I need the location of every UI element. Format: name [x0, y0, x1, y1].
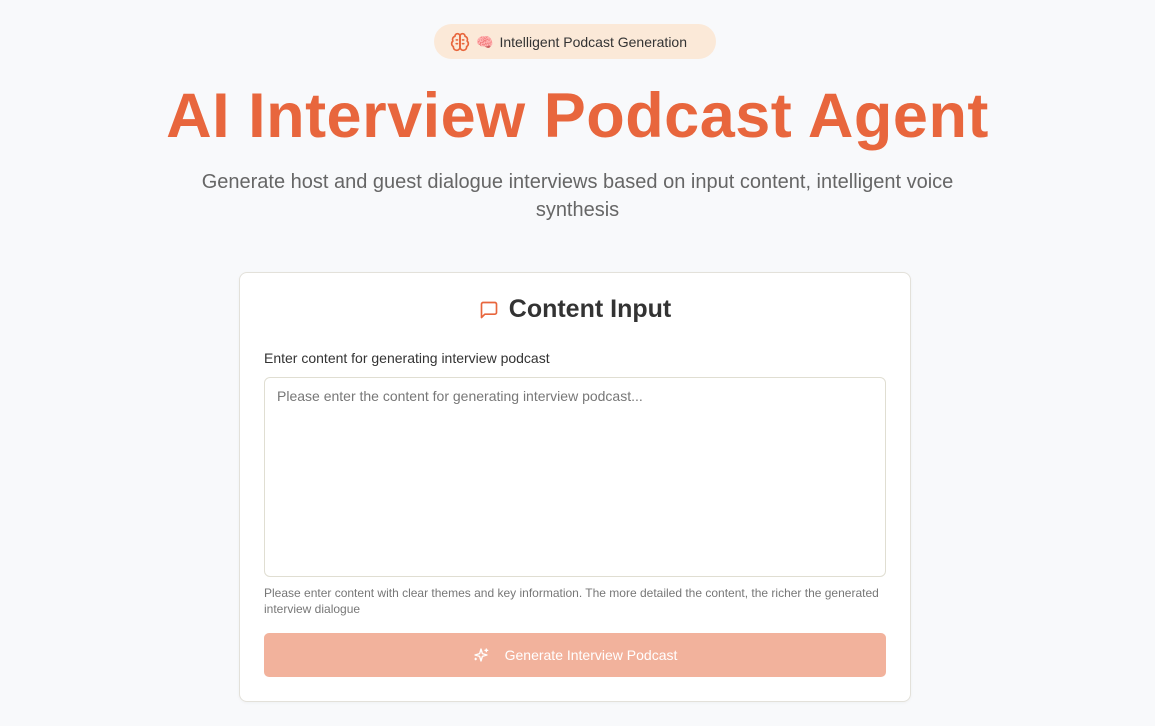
generate-podcast-button[interactable]: Generate Interview Podcast [264, 633, 886, 677]
page-subtitle: Generate host and guest dialogue intervi… [201, 171, 954, 221]
page-title: AI Interview Podcast Agent [166, 81, 989, 151]
content-textarea[interactable] [264, 377, 886, 577]
generate-button-label: Generate Interview Podcast [504, 647, 678, 663]
feature-badge: 🧠 Intelligent Podcast Generation [434, 24, 716, 59]
sparkles-icon [473, 647, 489, 663]
brain-emoji: 🧠 [476, 33, 494, 50]
content-input-card: Content Input Enter content for generati… [239, 272, 911, 702]
help-text: Please enter content with clear themes a… [264, 586, 879, 616]
card-header: Content Input [240, 295, 910, 324]
content-field-label: Enter content for generating interview p… [264, 350, 550, 366]
card-title: Content Input [508, 295, 672, 323]
badge-label: Intelligent Podcast Generation [499, 33, 688, 50]
brain-icon [450, 32, 470, 52]
message-square-icon [479, 300, 499, 320]
